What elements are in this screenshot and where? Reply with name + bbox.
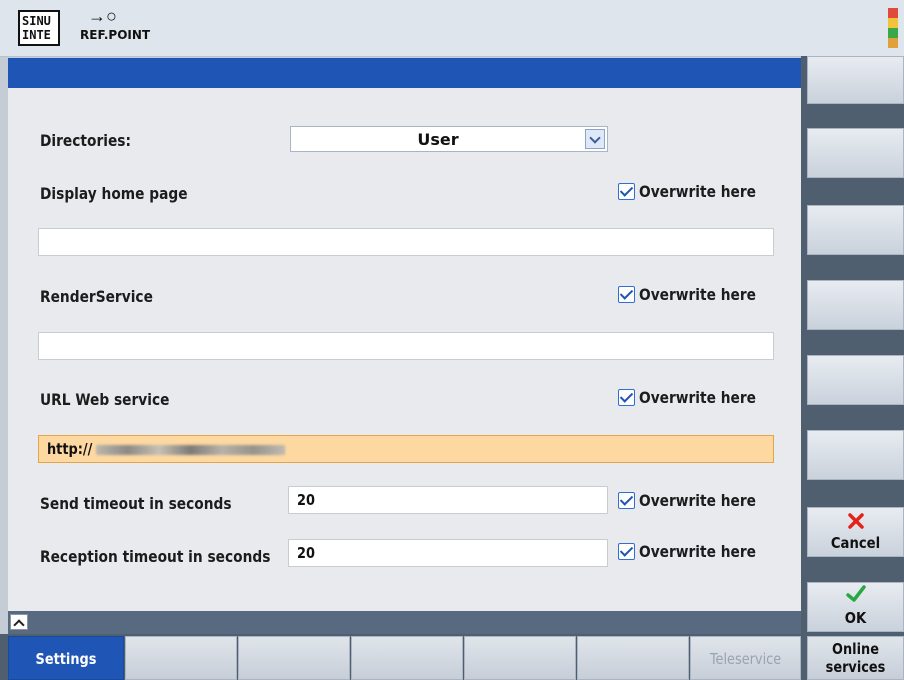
softkey-5[interactable] <box>807 355 904 405</box>
close-icon <box>848 513 864 529</box>
softkey-3[interactable] <box>807 205 904 255</box>
url-web-service-value: http:// <box>47 440 285 458</box>
tab-empty-2[interactable] <box>238 636 350 680</box>
url-web-service-label: URL Web service <box>40 390 170 409</box>
render-service-input[interactable] <box>38 332 774 360</box>
home-page-label: Display home page <box>40 184 188 203</box>
send-timeout-value: 20 <box>297 491 315 509</box>
render-service-overwrite-label: Overwrite here <box>639 285 756 304</box>
ok-button[interactable]: OK <box>807 582 904 632</box>
panel-title-bar <box>8 58 801 88</box>
cancel-button[interactable]: Cancel <box>807 507 904 557</box>
tab-empty-1[interactable] <box>125 636 237 680</box>
tab-empty-3[interactable] <box>351 636 463 680</box>
ok-label: OK <box>844 609 867 627</box>
render-service-overwrite-checkbox[interactable] <box>618 286 635 303</box>
tab-settings[interactable]: Settings <box>8 636 124 680</box>
scroll-up-button[interactable] <box>10 614 28 630</box>
cancel-label: Cancel <box>830 534 881 552</box>
send-timeout-overwrite-label: Overwrite here <box>639 491 756 510</box>
home-page-overwrite-checkbox[interactable] <box>618 183 635 200</box>
status-corner-icon <box>888 8 898 48</box>
refpoint-icon: →○ <box>88 6 117 26</box>
tab-empty-4[interactable] <box>464 636 576 680</box>
reception-timeout-input[interactable]: 20 <box>288 539 608 567</box>
send-timeout-overwrite-checkbox[interactable] <box>618 492 635 509</box>
tab-online-services-label: Online services <box>825 640 886 676</box>
tab-online-services[interactable]: Online services <box>807 636 904 680</box>
reception-timeout-label: Reception timeout in seconds <box>40 547 271 566</box>
softkey-1[interactable] <box>807 56 904 104</box>
url-web-service-overwrite-checkbox[interactable] <box>618 389 635 406</box>
checkmark-icon <box>846 585 866 602</box>
sinumerik-logo-icon: SINU INTE <box>18 10 60 46</box>
refpoint-label: REF.POINT <box>80 28 151 42</box>
home-page-overwrite-label: Overwrite here <box>639 182 756 201</box>
top-header: SINU INTE →○ REF.POINT <box>0 0 904 57</box>
status-strip <box>8 611 801 634</box>
reception-timeout-value: 20 <box>297 544 315 562</box>
reception-timeout-overwrite-label: Overwrite here <box>639 542 756 561</box>
softkey-6[interactable] <box>807 430 904 480</box>
tab-settings-label: Settings <box>35 650 97 668</box>
home-page-input[interactable] <box>38 228 774 256</box>
tab-teleservice-label: Teleservice <box>709 650 782 668</box>
url-web-service-input[interactable]: http:// <box>38 435 774 463</box>
directories-label: Directories: <box>40 131 131 150</box>
tab-teleservice[interactable]: Teleservice <box>690 636 801 680</box>
reception-timeout-overwrite-checkbox[interactable] <box>618 543 635 560</box>
softkey-4[interactable] <box>807 280 904 330</box>
refpoint-indicator: →○ REF.POINT <box>80 6 170 46</box>
softkey-2[interactable] <box>807 128 904 178</box>
send-timeout-input[interactable]: 20 <box>288 486 608 514</box>
chevron-down-icon[interactable] <box>585 129 605 149</box>
render-service-label: RenderService <box>40 287 153 306</box>
send-timeout-label: Send timeout in seconds <box>40 494 232 513</box>
redacted-url <box>95 444 285 455</box>
directories-select[interactable]: User <box>290 126 608 152</box>
url-web-service-overwrite-label: Overwrite here <box>639 388 756 407</box>
tab-empty-5[interactable] <box>577 636 689 680</box>
directories-selected-value: User <box>417 130 459 149</box>
